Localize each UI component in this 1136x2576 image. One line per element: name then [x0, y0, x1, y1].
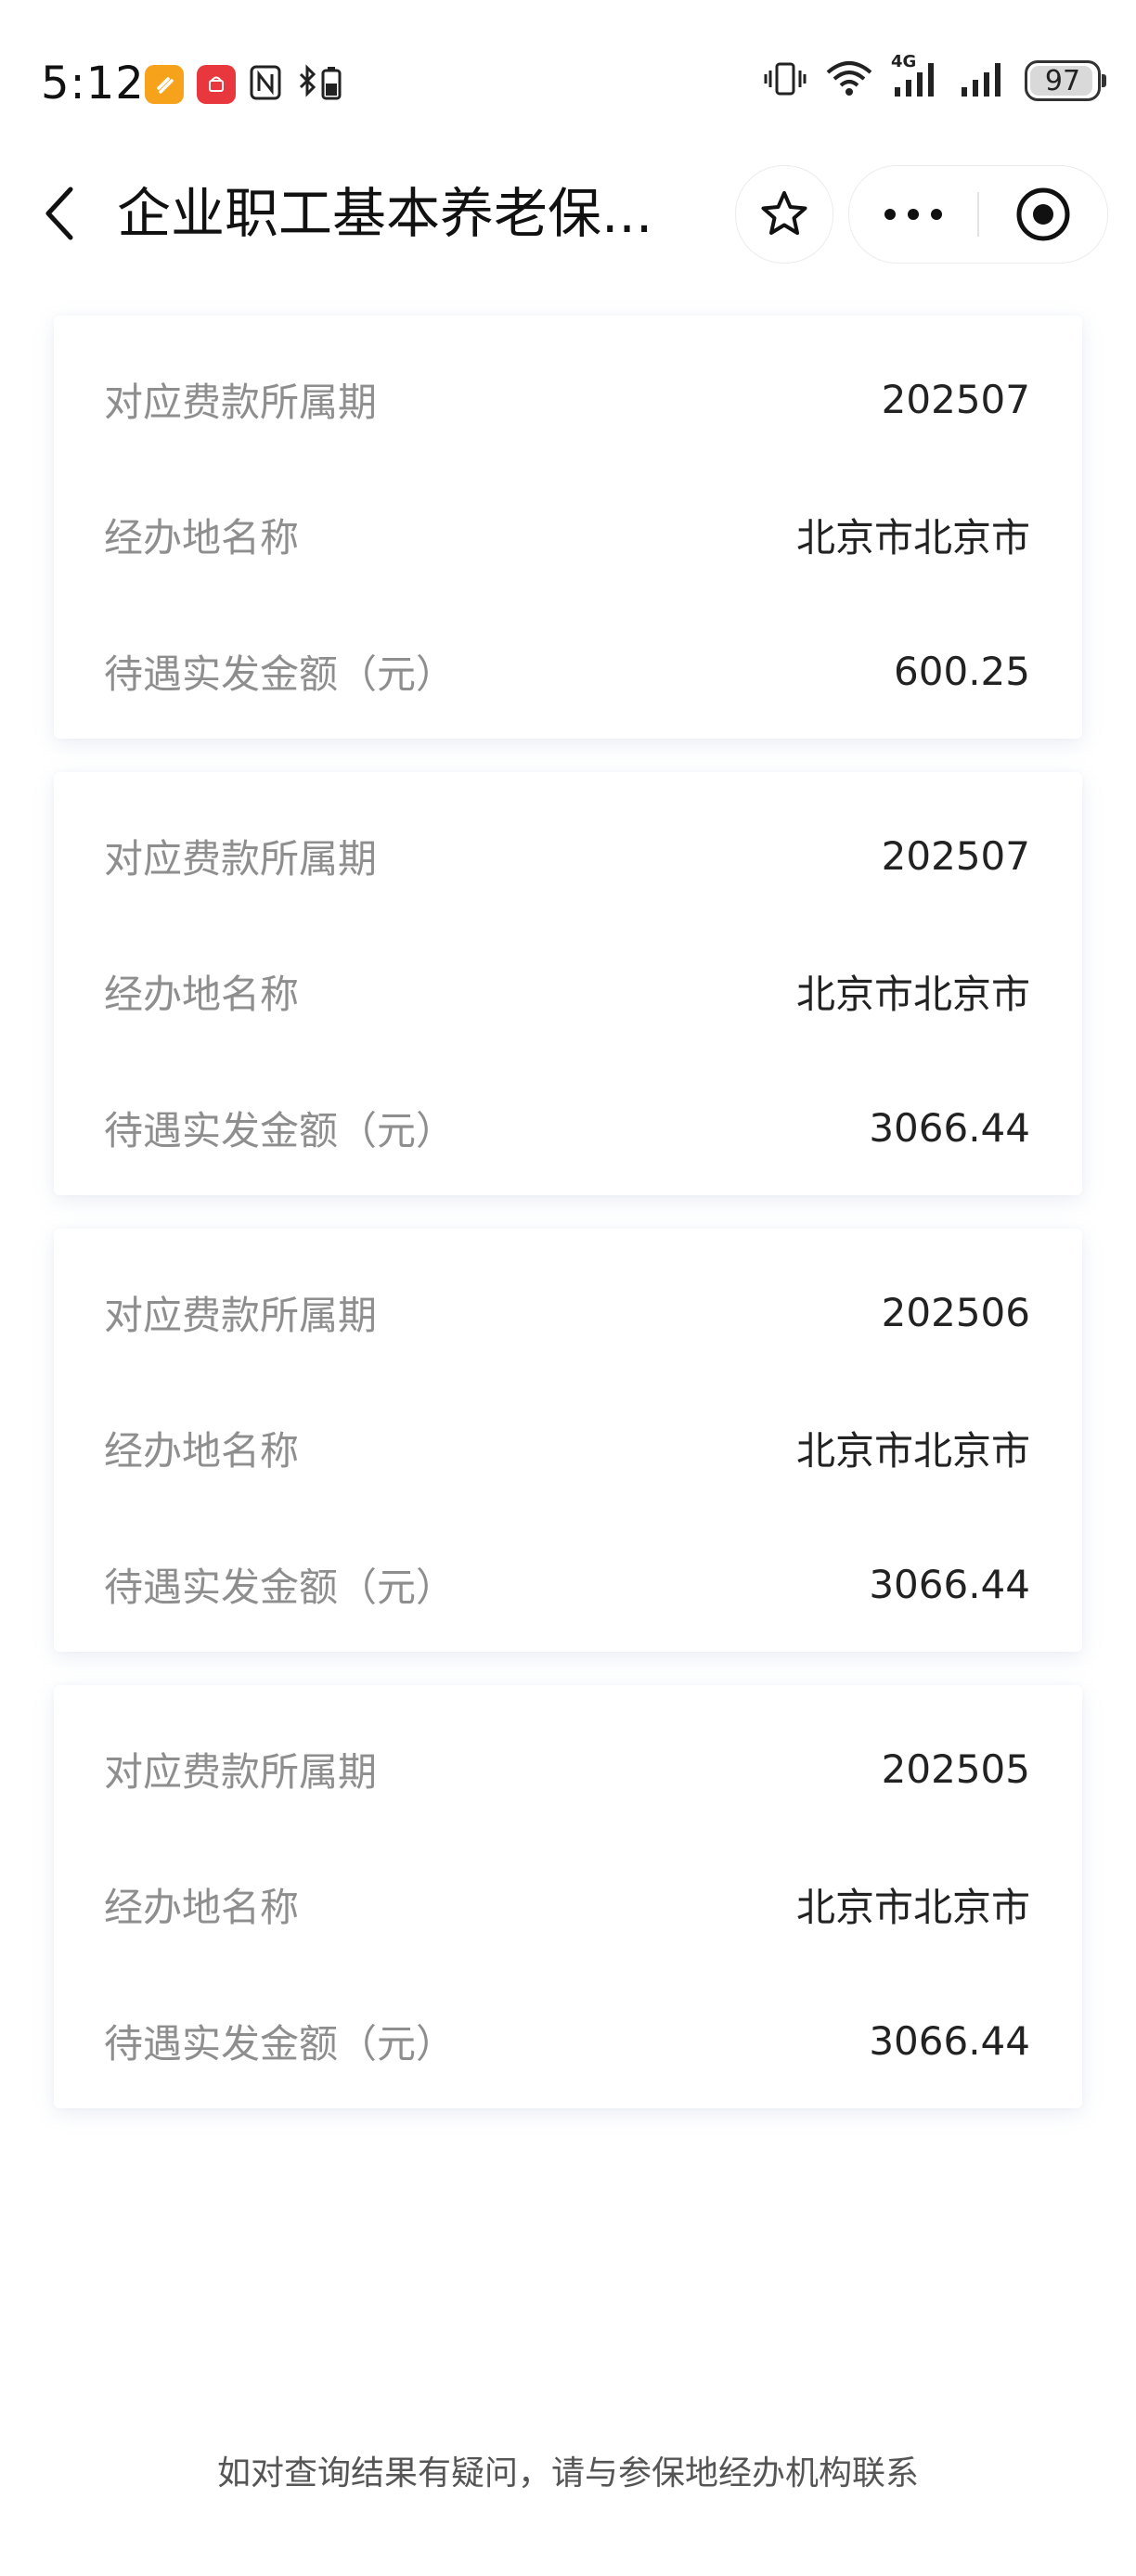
mini-program-capsule [848, 165, 1108, 264]
status-time: 5:12 [41, 58, 145, 109]
wifi-icon [824, 59, 874, 102]
place-row: 经办地名称 北京市北京市 [104, 1410, 1030, 1485]
amount-label: 待遇实发金额（元） [104, 2020, 456, 2067]
period-value: 202505 [881, 1745, 1030, 1792]
place-row: 经办地名称 北京市北京市 [104, 954, 1030, 1028]
amount-value: 3066.44 [869, 2017, 1030, 2064]
place-row: 经办地名称 北京市北京市 [104, 1867, 1030, 1941]
period-value: 202506 [881, 1289, 1030, 1335]
battery-level: 97 [1044, 64, 1081, 97]
chevron-left-icon [45, 187, 73, 240]
star-icon [761, 191, 807, 235]
amount-row: 待遇实发金额（元） 3066.44 [104, 1547, 1030, 1621]
target-circle-icon [1016, 187, 1070, 241]
period-value: 202507 [881, 376, 1030, 422]
amount-label: 待遇实发金额（元） [104, 650, 456, 697]
period-row: 对应费款所属期 202505 [104, 1732, 1030, 1806]
favorite-button[interactable] [735, 165, 833, 264]
period-row: 对应费款所属期 202506 [104, 1275, 1030, 1349]
place-label: 经办地名称 [104, 1427, 300, 1474]
battery-icon: 97 [1025, 60, 1106, 101]
close-mini-program-button[interactable] [979, 166, 1107, 263]
place-label: 经办地名称 [104, 971, 300, 1017]
period-row: 对应费款所属期 202507 [104, 362, 1030, 436]
app-notification-icon [145, 65, 184, 104]
nav-bar: 企业职工基本养老保... [0, 158, 1136, 269]
record-card: 对应费款所属期 202505 经办地名称 北京市北京市 待遇实发金额（元） 30… [54, 1685, 1082, 2108]
more-dots-icon [884, 209, 942, 220]
place-value: 北京市北京市 [795, 1427, 1030, 1474]
amount-row: 待遇实发金额（元） 3066.44 [104, 1090, 1030, 1165]
period-label: 对应费款所属期 [104, 379, 378, 425]
amount-label: 待遇实发金额（元） [104, 1107, 456, 1153]
page-title: 企业职工基本养老保... [117, 182, 653, 245]
period-label: 对应费款所属期 [104, 835, 378, 882]
record-card: 对应费款所属期 202506 经办地名称 北京市北京市 待遇实发金额（元） 30… [54, 1229, 1082, 1652]
period-label: 对应费款所属期 [104, 1748, 378, 1795]
record-card: 对应费款所属期 202507 经办地名称 北京市北京市 待遇实发金额（元） 30… [54, 772, 1082, 1195]
period-row: 对应费款所属期 202507 [104, 818, 1030, 893]
network-type: 4G [891, 52, 917, 71]
system-icons: 4G 97 [763, 52, 1106, 102]
period-value: 202507 [881, 832, 1030, 879]
place-value: 北京市北京市 [795, 971, 1030, 1017]
vibrate-icon [763, 59, 807, 102]
amount-row: 待遇实发金额（元） 3066.44 [104, 2003, 1030, 2078]
amount-value: 3066.44 [869, 1104, 1030, 1151]
amount-label: 待遇实发金额（元） [104, 1564, 456, 1610]
huawei-store-icon [197, 65, 236, 104]
bluetooth-battery-icon [295, 63, 347, 106]
amount-value: 3066.44 [869, 1561, 1030, 1607]
place-value: 北京市北京市 [795, 514, 1030, 560]
place-value: 北京市北京市 [795, 1884, 1030, 1930]
signal-icon [958, 59, 1008, 102]
record-card: 对应费款所属期 202507 经办地名称 北京市北京市 待遇实发金额（元） 60… [54, 316, 1082, 739]
amount-row: 待遇实发金额（元） 600.25 [104, 634, 1030, 708]
amount-value: 600.25 [894, 648, 1030, 694]
period-label: 对应费款所属期 [104, 1292, 378, 1338]
place-label: 经办地名称 [104, 514, 300, 560]
signal-4g-icon: 4G [891, 52, 941, 102]
back-button[interactable] [32, 184, 87, 243]
place-label: 经办地名称 [104, 1884, 300, 1930]
nfc-icon [249, 64, 282, 105]
footer-note: 如对查询结果有疑问，请与参保地经办机构联系 [216, 2454, 919, 2492]
place-row: 经办地名称 北京市北京市 [104, 497, 1030, 572]
notification-icons [145, 63, 347, 106]
more-button[interactable] [849, 166, 977, 263]
status-bar: 5:12 4G 97 [0, 0, 1136, 167]
